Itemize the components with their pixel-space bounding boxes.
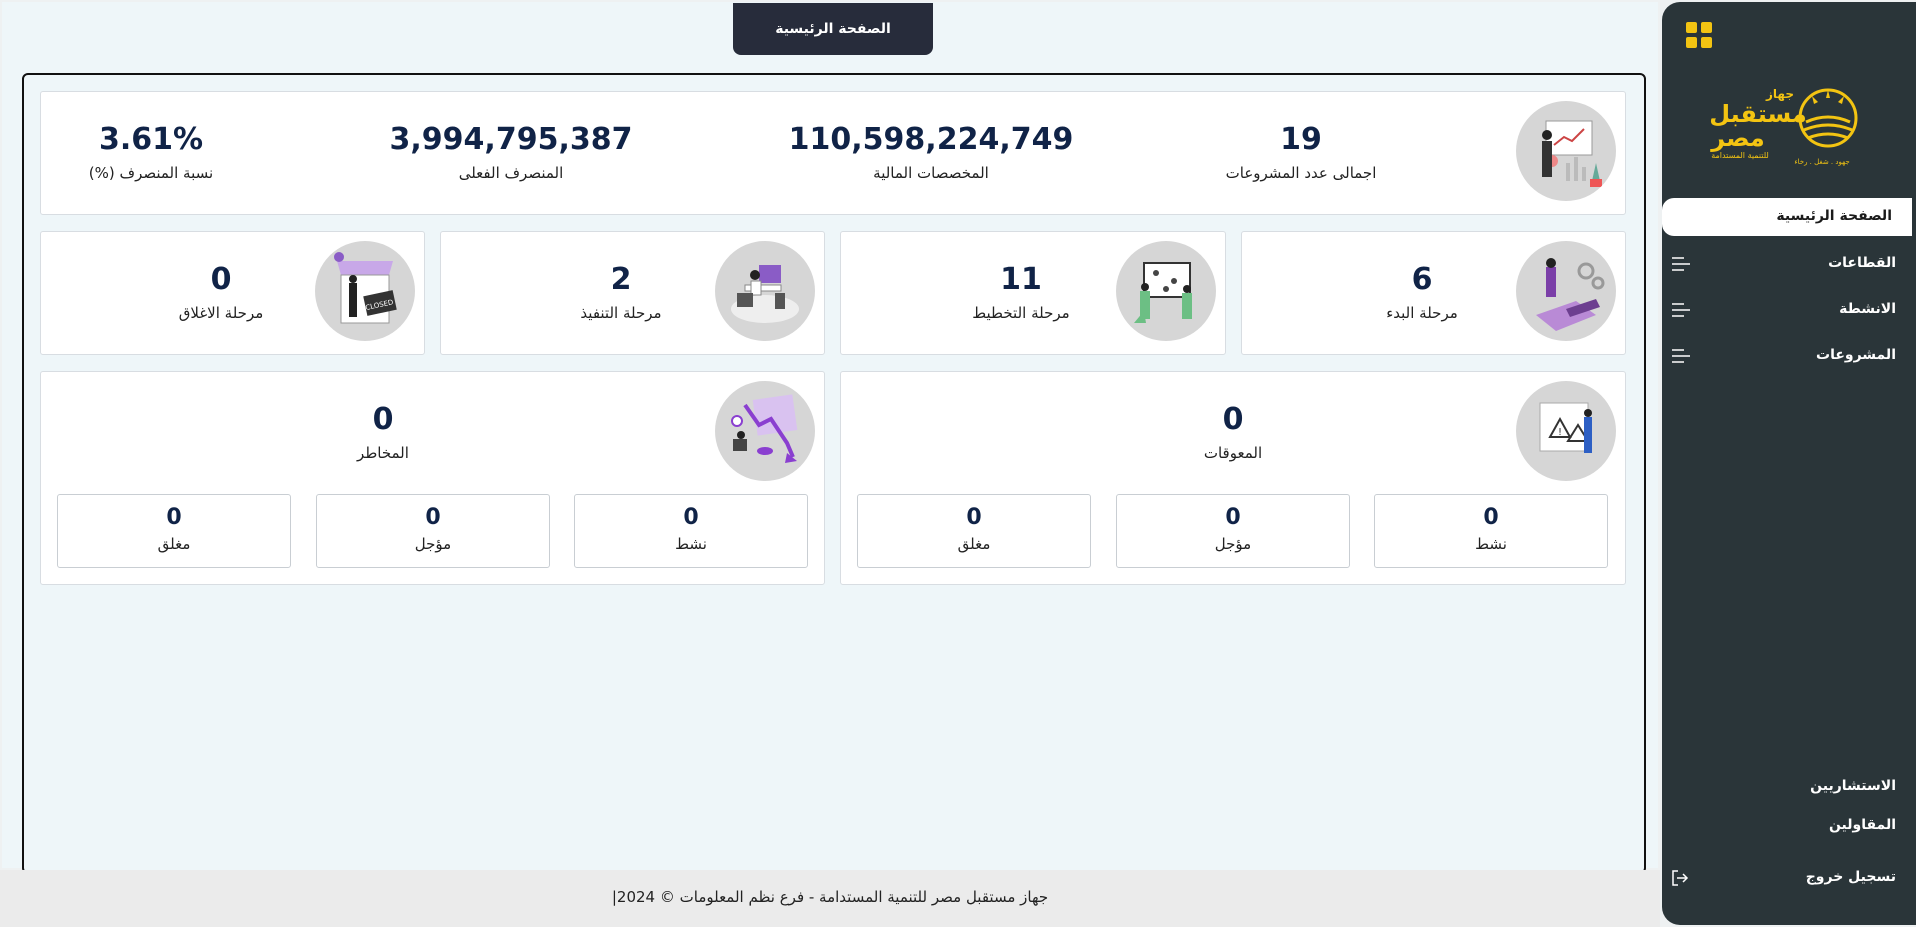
sidebar-item-projects-label: المشروعات (1816, 347, 1896, 363)
risks-label: المخاطر (357, 444, 409, 462)
risks-value: 0 (372, 402, 394, 437)
dashboard-panel: 19 اجمالى عدد المشروعات 110,598,224,749 … (22, 73, 1646, 874)
phase-closing-value: 0 (210, 262, 232, 297)
sidebar-item-home-label: الصفحة الرئيسية (1776, 208, 1892, 224)
phase-card-planning: 11 مرحلة التخطيط (840, 231, 1226, 355)
spent-ratio-value: 3.61% (98, 122, 204, 157)
risks-closed-value: 0 (166, 505, 182, 530)
obstacles-active-box: 0 نشط (1374, 494, 1608, 568)
obstacles-postponed-box: 0 مؤجل (1116, 494, 1350, 568)
spent-ratio-label: نسبة المنصرف (%) (88, 164, 214, 182)
sidebar-item-consultants[interactable]: الاستشاريين (1810, 778, 1896, 794)
obstacles-card: ! 0 المعوقات 0 نشط 0 مؤجل 0 مغلق (840, 371, 1626, 585)
brand-line-1: جهاز (1765, 87, 1794, 101)
phase-card-start: 6 مرحلة البدء (1241, 231, 1626, 355)
phase-start-label: مرحلة البدء (1386, 304, 1458, 322)
sidebar-item-activities[interactable]: الانشطة (1662, 292, 1916, 328)
menu-grid-icon[interactable] (1686, 22, 1712, 48)
sidebar-item-sectors[interactable]: القطاعات (1662, 246, 1916, 282)
sidebar-item-contractors[interactable]: المقاولين (1829, 817, 1896, 833)
page-title-tab[interactable]: الصفحة الرئيسية (733, 3, 933, 55)
presentation-illustration-icon (1516, 101, 1616, 201)
summary-card: 19 اجمالى عدد المشروعات 110,598,224,749 … (40, 91, 1626, 215)
obstacles-closed-box: 0 مغلق (857, 494, 1091, 568)
risks-postponed-label: مؤجل (414, 535, 452, 553)
risks-closed-box: 0 مغلق (57, 494, 291, 568)
menu-lines-icon (1672, 349, 1690, 363)
obstacles-active-value: 0 (1483, 505, 1499, 530)
phase-closing-label: مرحلة الاغلاق (178, 304, 264, 322)
risks-postponed-value: 0 (425, 505, 441, 530)
actual-spent-value: 3,994,795,387 (389, 122, 633, 157)
obstacles-postponed-label: مؤجل (1214, 535, 1252, 553)
phase-planning-label: مرحلة التخطيط (972, 304, 1070, 322)
warning-illustration-icon: ! (1516, 381, 1616, 481)
menu-lines-icon (1672, 257, 1690, 271)
brand-logo: جهاز مستقبل مصر للتنمية المستدامة جهود .… (1708, 84, 1862, 166)
logout-icon (1672, 870, 1689, 886)
obstacles-value: 0 (1222, 402, 1244, 437)
closing-phase-illustration-icon: CLOSED (315, 241, 415, 341)
risks-active-box: 0 نشط (574, 494, 808, 568)
phase-execution-value: 2 (610, 262, 632, 297)
risks-closed-label: مغلق (157, 535, 191, 553)
allocations-value: 110,598,224,749 (788, 122, 1074, 157)
phase-start-value: 6 (1411, 262, 1433, 297)
sidebar-item-activities-label: الانشطة (1839, 301, 1896, 317)
actual-spent-label: المنصرف الفعلى (458, 164, 564, 182)
sidebar-item-sectors-label: القطاعات (1828, 255, 1896, 271)
risks-card: 0 المخاطر 0 نشط 0 مؤجل 0 مغلق (40, 371, 825, 585)
svg-text:!: ! (1558, 427, 1562, 438)
obstacles-closed-value: 0 (966, 505, 982, 530)
menu-lines-icon (1672, 303, 1690, 317)
sidebar: جهاز مستقبل مصر للتنمية المستدامة جهود .… (1662, 2, 1916, 925)
execution-phase-illustration-icon (715, 241, 815, 341)
obstacles-postponed-value: 0 (1225, 505, 1241, 530)
main-area: الصفحة الرئيسية 19 اجمالى عدد المشروعات … (2, 2, 1658, 874)
brand-line-3: مصر (1710, 124, 1764, 152)
start-phase-illustration-icon (1516, 241, 1616, 341)
sidebar-item-home[interactable]: الصفحة الرئيسية (1662, 198, 1912, 236)
obstacles-closed-label: مغلق (957, 535, 991, 553)
risks-postponed-box: 0 مؤجل (316, 494, 550, 568)
footer: جهاز مستقبل مصر للتنمية المستدامة - فرع … (0, 870, 1660, 927)
total-projects-label: اجمالى عدد المشروعات (1225, 164, 1377, 182)
brand-tagline: للتنمية المستدامة (1711, 151, 1769, 160)
risk-chart-illustration-icon (715, 381, 815, 481)
risks-active-value: 0 (683, 505, 699, 530)
footer-copyright: جهاز مستقبل مصر للتنمية المستدامة - فرع … (611, 888, 1049, 906)
risks-active-label: نشط (675, 535, 707, 553)
phase-card-closing: CLOSED 0 مرحلة الاغلاق (40, 231, 425, 355)
sidebar-item-projects[interactable]: المشروعات (1662, 338, 1916, 374)
phase-planning-value: 11 (1000, 262, 1042, 297)
phase-card-execution: 2 مرحلة التنفيذ (440, 231, 825, 355)
allocations-label: المخصصات المالية (873, 164, 989, 182)
logout-label: تسجيل خروج (1805, 869, 1896, 885)
brand-slogan: جهود . شغل . رخاء (1794, 158, 1849, 166)
obstacles-label: المعوقات (1203, 444, 1263, 462)
phase-execution-label: مرحلة التنفيذ (580, 304, 662, 322)
logout-button[interactable]: تسجيل خروج (1662, 860, 1916, 896)
obstacles-active-label: نشط (1475, 535, 1507, 553)
planning-phase-illustration-icon (1116, 241, 1216, 341)
total-projects-value: 19 (1280, 122, 1322, 157)
